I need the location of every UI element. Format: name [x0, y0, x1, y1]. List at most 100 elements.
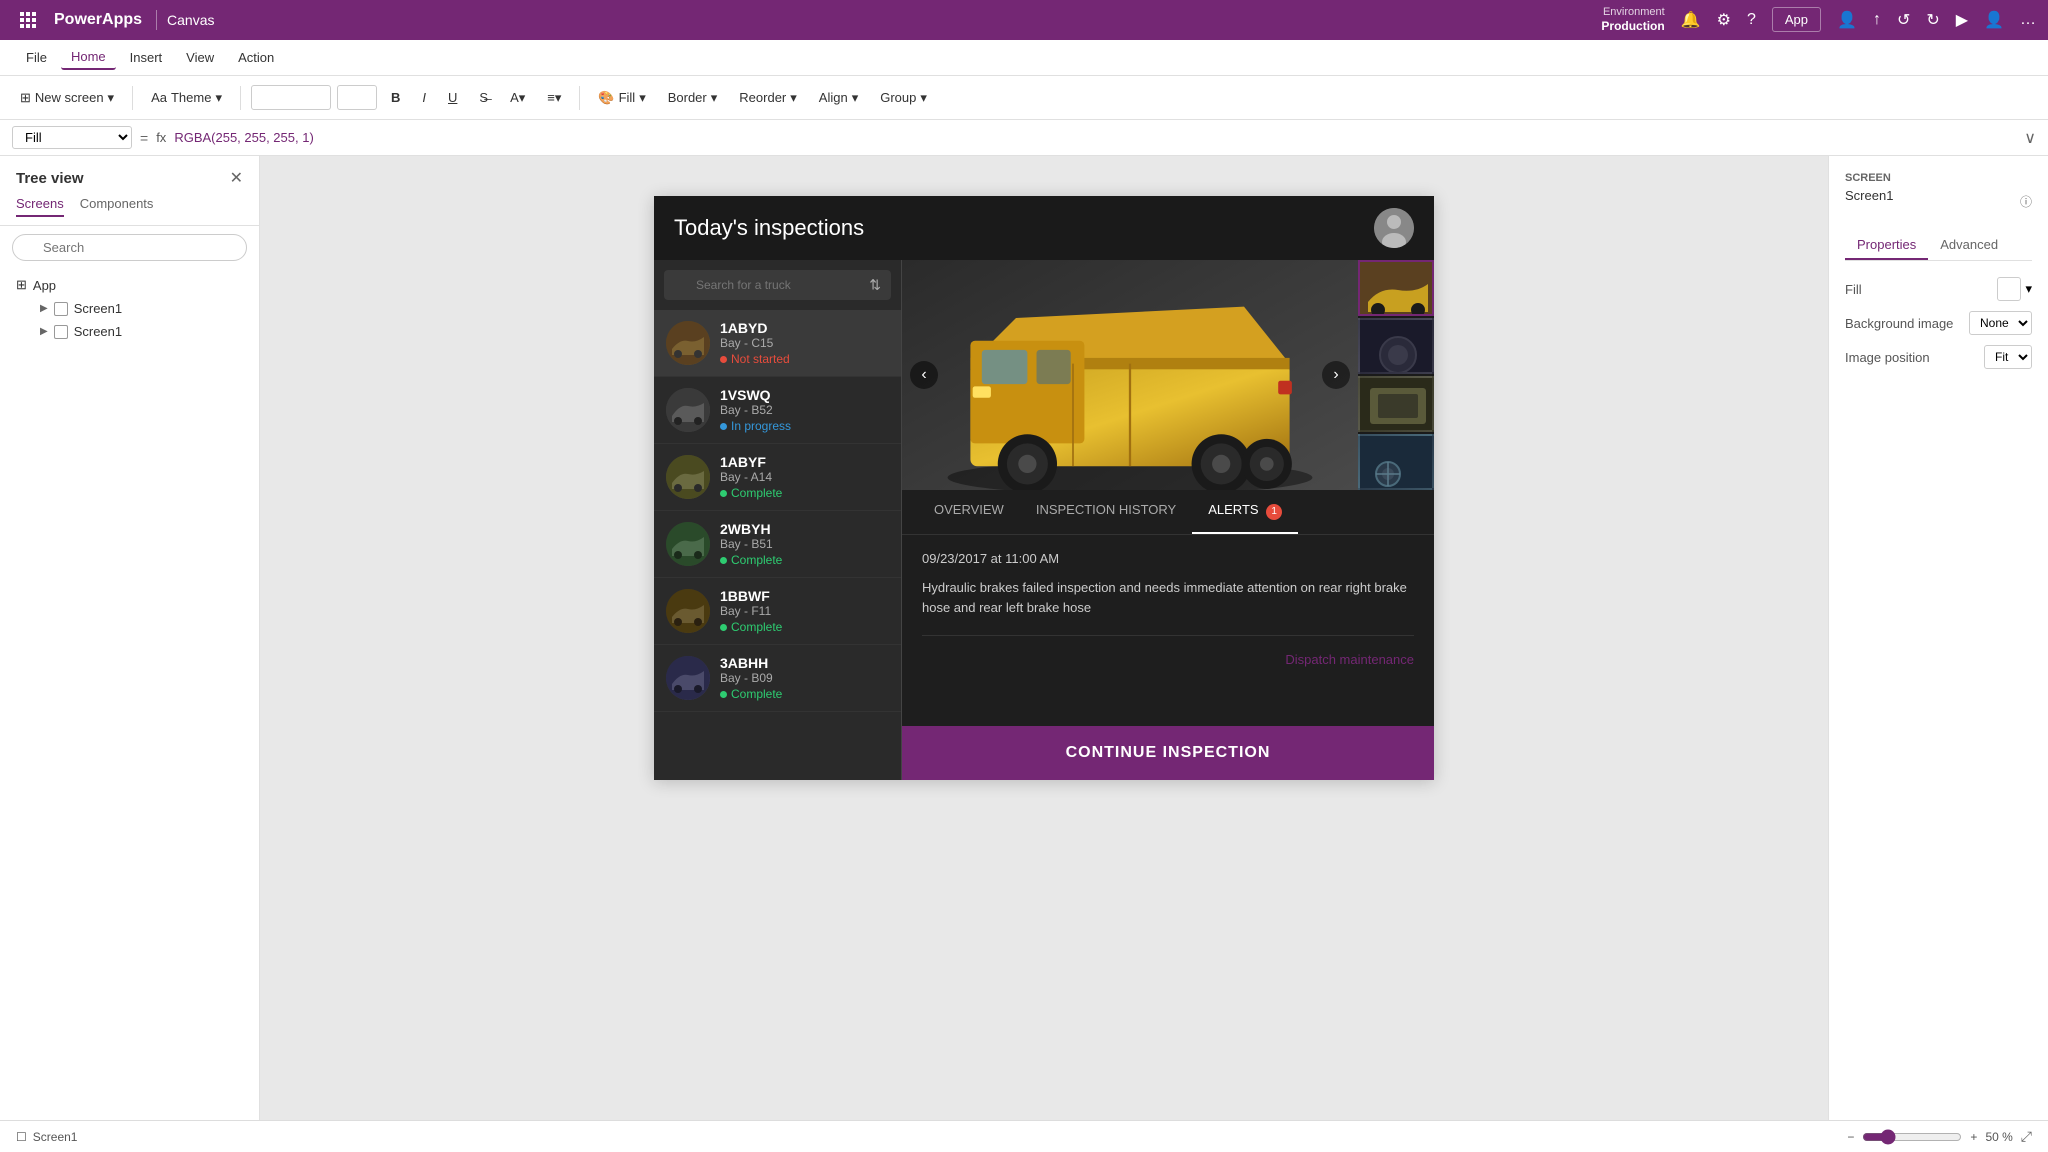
tree-search-input[interactable] [12, 234, 247, 261]
truck-item-3[interactable]: 1ABYF Bay - A14 Complete [654, 444, 901, 511]
zoom-controls: − + 50 % ⤢ [1847, 1128, 2032, 1145]
new-screen-icon: ⊞ [20, 90, 31, 106]
align-button[interactable]: ≡▾ [539, 86, 569, 110]
tree-search-area [0, 226, 259, 269]
truck-avatar-2 [666, 388, 710, 432]
prev-image-button[interactable]: ‹ [910, 361, 938, 389]
truck-avatar-3 [666, 455, 710, 499]
truck-item-5[interactable]: 1BBWF Bay - F11 Complete [654, 578, 901, 645]
border-button[interactable]: Border ▾ [660, 86, 726, 110]
status-dot-3 [720, 490, 727, 497]
tab-inspection-history[interactable]: INSPECTION HISTORY [1020, 490, 1192, 534]
toolbar-separator-3 [579, 86, 580, 110]
redo-icon[interactable]: ↻ [1926, 10, 1939, 30]
fill-paint-button[interactable] [1997, 277, 2021, 301]
img-position-select[interactable]: Fit [1984, 345, 2032, 369]
thumbnail-3[interactable] [1358, 376, 1434, 432]
app-button[interactable]: App [1772, 7, 1821, 32]
italic-button[interactable]: I [414, 86, 434, 109]
tree-item-screen1-2[interactable]: ▶ Screen1 [32, 320, 251, 343]
thumbnail-1[interactable] [1358, 260, 1434, 316]
menu-file[interactable]: File [16, 46, 57, 69]
tab-components[interactable]: Components [80, 196, 154, 217]
align-pos-button[interactable]: Align ▾ [811, 86, 866, 110]
expand-icon[interactable]: ∨ [2024, 128, 2036, 148]
font-family-input[interactable] [251, 85, 331, 110]
checkbox-2[interactable] [54, 325, 68, 339]
more-icon[interactable]: … [2020, 11, 2036, 29]
next-image-button[interactable]: › [1322, 361, 1350, 389]
dispatch-maintenance-button[interactable]: Dispatch maintenance [922, 652, 1414, 667]
theme-chevron: ▾ [215, 90, 222, 106]
truck-search-input[interactable] [664, 270, 891, 300]
fill-chevron: ▾ [639, 90, 646, 106]
notification-icon[interactable]: 🔔 [1681, 10, 1701, 30]
new-screen-chevron: ▾ [108, 90, 115, 106]
expand-icon-1: ▶ [40, 303, 48, 314]
menu-view[interactable]: View [176, 46, 224, 69]
help-icon[interactable]: ? [1747, 11, 1756, 29]
main-truck-image: ‹ › [902, 260, 1358, 490]
apps-grid-icon[interactable] [12, 4, 44, 36]
sort-icon[interactable]: ⇅ [869, 277, 881, 294]
rp-tab-advanced[interactable]: Advanced [1928, 231, 2010, 260]
thumbnail-2[interactable] [1358, 318, 1434, 374]
screen-label: SCREEN [1845, 172, 2032, 184]
settings-icon[interactable]: ⚙ [1717, 10, 1731, 30]
underline-button[interactable]: U [440, 86, 465, 109]
account-icon[interactable]: 👤 [1984, 10, 2004, 30]
tree-item-app[interactable]: ⊞ App [8, 273, 251, 297]
property-select[interactable]: Fill [12, 126, 132, 149]
user-icon[interactable]: 👤 [1837, 10, 1857, 30]
status-dot-2 [720, 423, 727, 430]
undo-icon[interactable]: ↺ [1897, 10, 1910, 30]
tab-screens[interactable]: Screens [16, 196, 64, 217]
play-icon[interactable]: ▶ [1956, 10, 1968, 30]
tree-item-screen1-1[interactable]: ▶ Screen1 [32, 297, 251, 320]
zoom-slider[interactable] [1862, 1129, 1962, 1145]
truck-item-6[interactable]: 3ABHH Bay - B09 Complete [654, 645, 901, 712]
reorder-button[interactable]: Reorder ▾ [731, 86, 805, 110]
detail-content: 09/23/2017 at 11:00 AM Hydraulic brakes … [902, 535, 1434, 727]
thumbnail-4[interactable] [1358, 434, 1434, 490]
group-button[interactable]: Group ▾ [872, 86, 935, 110]
formula-value[interactable]: RGBA(255, 255, 255, 1) [174, 130, 2016, 145]
zoom-value: 50 % [1985, 1130, 2012, 1144]
zoom-plus-button[interactable]: + [1970, 1130, 1977, 1144]
rp-tab-properties[interactable]: Properties [1845, 231, 1928, 260]
fill-button[interactable]: 🎨 Fill ▾ [590, 86, 653, 110]
share-icon[interactable]: ↑ [1873, 11, 1881, 29]
truck-avatar-4 [666, 522, 710, 566]
tree-close-button[interactable]: ✕ [230, 168, 243, 188]
info-icon[interactable]: ⓘ [2020, 193, 2032, 210]
fullscreen-button[interactable]: ⤢ [2021, 1128, 2032, 1145]
canvas-area: Today's inspections ⌕ [260, 156, 1828, 1120]
new-screen-button[interactable]: ⊞ New screen ▾ [12, 86, 122, 110]
strikethrough-button[interactable]: S̶ [471, 86, 496, 109]
font-size-input[interactable] [337, 85, 377, 110]
user-avatar[interactable] [1374, 208, 1414, 248]
tab-overview[interactable]: OVERVIEW [918, 490, 1020, 534]
background-image-row: Background image None [1845, 311, 2032, 335]
bold-button[interactable]: B [383, 86, 408, 109]
detail-images: ‹ › [902, 260, 1434, 490]
app-body: ⌕ ⇅ 1ABYD Bay - C15 [654, 260, 1434, 780]
fill-chevron[interactable]: ▾ [2025, 281, 2032, 297]
continue-inspection-button[interactable]: CONTINUE INSPECTION [902, 726, 1434, 780]
screen-section: SCREEN Screen1 ⓘ [1845, 172, 2032, 215]
image-position-row: Image position Fit [1845, 345, 2032, 369]
alert-date: 09/23/2017 at 11:00 AM [922, 551, 1414, 566]
theme-button[interactable]: Aa Theme ▾ [143, 86, 230, 110]
zoom-minus-button[interactable]: − [1847, 1130, 1854, 1144]
thumbnails-panel [1358, 260, 1434, 490]
menu-home[interactable]: Home [61, 45, 116, 70]
menu-insert[interactable]: Insert [120, 46, 173, 69]
truck-item-4[interactable]: 2WBYH Bay - B51 Complete [654, 511, 901, 578]
menu-action[interactable]: Action [228, 46, 284, 69]
bg-image-select[interactable]: None [1969, 311, 2032, 335]
truck-item-2[interactable]: 1VSWQ Bay - B52 In progress [654, 377, 901, 444]
checkbox-1[interactable] [54, 302, 68, 316]
tab-alerts[interactable]: ALERTS 1 [1192, 490, 1298, 534]
font-color-button[interactable]: A▾ [502, 86, 533, 110]
truck-item-1[interactable]: 1ABYD Bay - C15 Not started [654, 310, 901, 377]
